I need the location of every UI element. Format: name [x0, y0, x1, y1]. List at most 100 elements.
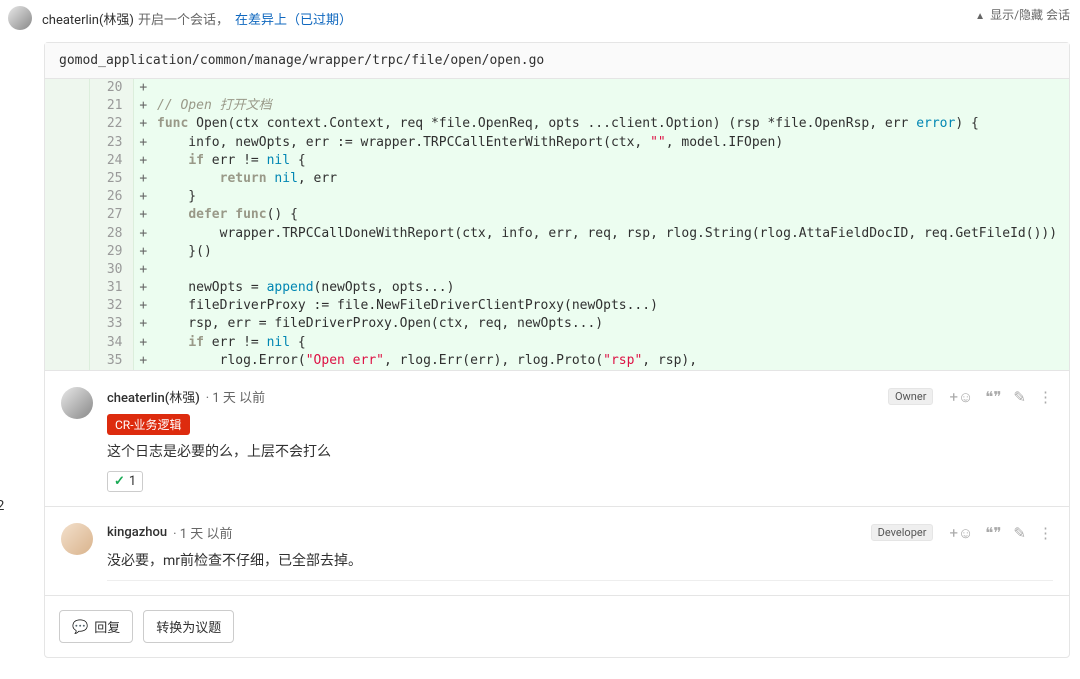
diff-sign: +	[133, 243, 153, 261]
line-number-new: 33	[89, 315, 133, 333]
code-line[interactable]: 25+ return nil, err	[45, 170, 1069, 188]
comment-author[interactable]: kingazhou	[107, 525, 167, 540]
discussion-panel: gomod_application/common/manage/wrapper/…	[44, 42, 1070, 658]
diff-sign: +	[133, 352, 153, 370]
thread-action-text: 开启一个会话，	[138, 9, 229, 28]
code-content: rlog.Error("Open err", rlog.Err(err), rl…	[153, 352, 1069, 370]
toggle-thread-link[interactable]: ▲ 显示/隐藏 会话	[975, 6, 1070, 23]
line-number-old	[45, 279, 89, 297]
comment-count-number: 2	[0, 498, 4, 514]
code-content: fileDriverProxy := file.NewFileDriverCli…	[153, 297, 1069, 315]
comment-tag: CR-业务逻辑	[107, 414, 190, 435]
code-line[interactable]: 21+// Open 打开文档	[45, 97, 1069, 115]
comment-text: 这个日志是必要的么，上层不会打么	[107, 441, 1053, 461]
code-line[interactable]: 35+ rlog.Error("Open err", rlog.Err(err)…	[45, 352, 1069, 370]
comment: cheaterlin(林强) · 1 天 以前 Owner +☺ ❝❞ ✎ ⋮ CR-业务逻辑…	[45, 370, 1069, 506]
role-badge: Owner	[888, 388, 933, 405]
line-number-new: 23	[89, 134, 133, 152]
comment-count: 💬 2	[0, 498, 4, 514]
code-line[interactable]: 20+	[45, 79, 1069, 97]
diff-sign: +	[133, 115, 153, 133]
diff-sign: +	[133, 152, 153, 170]
line-number-new: 20	[89, 79, 133, 97]
line-number-new: 27	[89, 206, 133, 224]
check-icon: ✓	[114, 474, 125, 489]
convert-to-issue-button[interactable]: 转换为议题	[143, 610, 234, 643]
code-line[interactable]: 33+ rsp, err = fileDriverProxy.Open(ctx,…	[45, 315, 1069, 333]
line-number-new: 22	[89, 115, 133, 133]
quote-icon[interactable]: ❝❞	[985, 524, 1001, 542]
edit-icon[interactable]: ✎	[1013, 388, 1026, 406]
code-line[interactable]: 23+ info, newOpts, err := wrapper.TRPCCa…	[45, 134, 1069, 152]
code-content: info, newOpts, err := wrapper.TRPCCallEn…	[153, 134, 1069, 152]
diff-sign: +	[133, 188, 153, 206]
line-number-new: 25	[89, 170, 133, 188]
diff-sign: +	[133, 97, 153, 115]
diff-sign: +	[133, 170, 153, 188]
role-badge: Developer	[871, 524, 934, 541]
comment-author[interactable]: cheaterlin(林强)	[107, 387, 200, 406]
code-content: // Open 打开文档	[153, 97, 1069, 115]
edit-icon[interactable]: ✎	[1013, 524, 1026, 542]
avatar	[8, 6, 32, 30]
code-content: wrapper.TRPCCallDoneWithReport(ctx, info…	[153, 225, 1069, 243]
code-line[interactable]: 29+ }()	[45, 243, 1069, 261]
code-line[interactable]: 32+ fileDriverProxy := file.NewFileDrive…	[45, 297, 1069, 315]
line-number-new: 26	[89, 188, 133, 206]
code-content: if err != nil {	[153, 152, 1069, 170]
diff-sign: +	[133, 297, 153, 315]
code-line[interactable]: 26+ }	[45, 188, 1069, 206]
code-line[interactable]: 27+ defer func() {	[45, 206, 1069, 224]
diff-sign: +	[133, 206, 153, 224]
vote-chip[interactable]: ✓1	[107, 471, 143, 492]
line-number-old	[45, 261, 89, 279]
diff-link[interactable]: 在差异上（已过期）	[235, 9, 352, 28]
line-number-old	[45, 225, 89, 243]
quote-icon[interactable]: ❝❞	[985, 388, 1001, 406]
line-number-old	[45, 315, 89, 333]
line-number-new: 28	[89, 225, 133, 243]
line-number-new: 29	[89, 243, 133, 261]
line-number-old	[45, 206, 89, 224]
more-icon[interactable]: ⋮	[1038, 524, 1053, 542]
line-number-new: 21	[89, 97, 133, 115]
code-line[interactable]: 34+ if err != nil {	[45, 334, 1069, 352]
code-content: if err != nil {	[153, 334, 1069, 352]
diff-sign: +	[133, 225, 153, 243]
diff-sign: +	[133, 334, 153, 352]
line-number-new: 30	[89, 261, 133, 279]
code-line[interactable]: 22+func Open(ctx context.Context, req *f…	[45, 115, 1069, 133]
code-line[interactable]: 24+ if err != nil {	[45, 152, 1069, 170]
comment-time: · 1 天 以前	[206, 387, 265, 406]
diff-sign: +	[133, 79, 153, 97]
file-path-header[interactable]: gomod_application/common/manage/wrapper/…	[45, 43, 1069, 79]
code-line[interactable]: 30+	[45, 261, 1069, 279]
code-line[interactable]: 28+ wrapper.TRPCCallDoneWithReport(ctx, …	[45, 225, 1069, 243]
comment-text: 没必要，mr前检查不仔细，已全部去掉。	[107, 550, 1053, 570]
line-number-new: 32	[89, 297, 133, 315]
reply-button[interactable]: 💬 回复	[59, 610, 133, 643]
diff-code-block: 20+21+// Open 打开文档22+func Open(ctx conte…	[45, 79, 1069, 370]
line-number-old	[45, 170, 89, 188]
toggle-label: 显示/隐藏 会话	[990, 8, 1070, 22]
diff-sign: +	[133, 315, 153, 333]
code-content: }()	[153, 243, 1069, 261]
code-content: return nil, err	[153, 170, 1069, 188]
convert-label: 转换为议题	[156, 617, 221, 636]
diff-sign: +	[133, 279, 153, 297]
comment: kingazhou · 1 天 以前 Developer +☺ ❝❞ ✎ ⋮ 没必要，mr前检…	[45, 506, 1069, 595]
line-number-old	[45, 97, 89, 115]
comment-time: · 1 天 以前	[173, 523, 232, 542]
avatar	[61, 523, 93, 555]
line-number-old	[45, 115, 89, 133]
diff-sign: +	[133, 261, 153, 279]
add-reaction-button[interactable]: +☺	[949, 388, 973, 406]
code-line[interactable]: 31+ newOpts = append(newOpts, opts...)	[45, 279, 1069, 297]
line-number-old	[45, 334, 89, 352]
reply-label: 回复	[94, 617, 120, 636]
line-number-old	[45, 297, 89, 315]
add-reaction-button[interactable]: +☺	[949, 524, 973, 542]
thread-author[interactable]: cheaterlin(林强)	[42, 9, 134, 28]
more-icon[interactable]: ⋮	[1038, 388, 1053, 406]
line-number-new: 31	[89, 279, 133, 297]
